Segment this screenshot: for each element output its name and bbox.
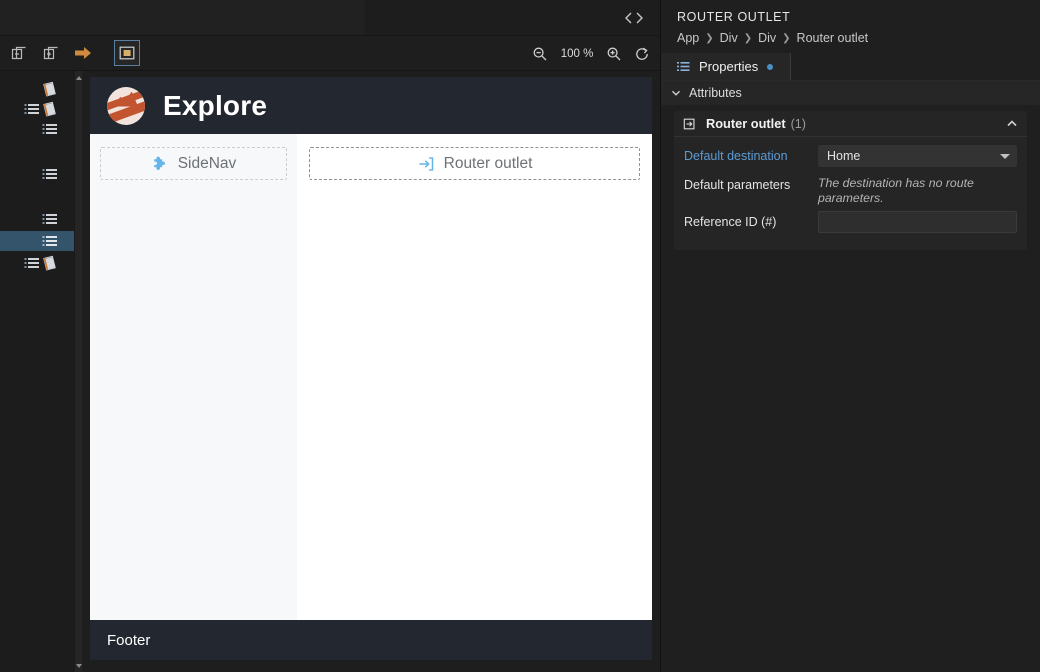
list-lines-icon (677, 60, 690, 73)
attributes-section-label: Attributes (689, 86, 742, 100)
tree-row[interactable] (0, 79, 74, 99)
default-parameters-note: The destination has no route parameters. (818, 176, 974, 206)
top-strip-right-segment (365, 0, 660, 35)
preview-app-footer: Footer (90, 620, 652, 660)
tree-row[interactable] (0, 164, 74, 184)
router-outlet-icon (683, 117, 697, 131)
breadcrumb-separator-icon: ❯ (782, 32, 791, 44)
page-stack-icon (42, 255, 58, 271)
magnifier-minus-icon[interactable] (530, 44, 550, 64)
list-icon (42, 166, 58, 182)
page-stack-icon (42, 101, 58, 117)
list-icon (24, 101, 40, 117)
tree-row[interactable] (0, 253, 74, 273)
tree-row-selected[interactable] (0, 231, 74, 251)
chevron-up-icon[interactable] (1005, 117, 1019, 131)
attributes-section-header[interactable]: Attributes (661, 81, 1040, 105)
router-outlet-placeholder[interactable]: Router outlet (309, 147, 640, 180)
app-preview-canvas[interactable]: Explore SideNav Router outlet Footer (90, 77, 652, 660)
expand-all-icon[interactable] (38, 40, 64, 66)
preview-main-column: Router outlet (297, 134, 652, 620)
editor-toolbar: 100 % (0, 36, 660, 71)
breadcrumb-item-div-2[interactable]: Div (758, 31, 776, 45)
breadcrumb: App ❯ Div ❯ Div ❯ Router outlet (661, 24, 1040, 45)
list-icon (24, 255, 40, 271)
breadcrumb-separator-icon: ❯ (705, 32, 714, 44)
router-outlet-icon (417, 155, 435, 173)
default-parameters-label: Default parameters (684, 178, 791, 192)
footer-label: Footer (107, 631, 151, 649)
list-icon (42, 121, 58, 137)
attribute-row-default-destination: Default destination Home (684, 145, 1017, 170)
attribute-rows: Default destination Home Default paramet… (674, 137, 1027, 250)
attribute-row-reference-id: Reference ID (#) (684, 210, 1017, 236)
top-strip (0, 0, 660, 36)
attribute-row-default-parameters: Default parameters The destination has n… (684, 174, 1017, 207)
zoom-controls: 100 % (530, 36, 652, 71)
magnifier-plus-icon[interactable] (604, 44, 624, 64)
reference-id-input[interactable] (818, 210, 1017, 233)
attribute-card: Router outlet (1) Default destination Ho… (674, 111, 1027, 250)
breadcrumb-separator-icon: ❯ (743, 32, 753, 44)
default-destination-value: Home (827, 149, 861, 163)
tab-changes-dot (767, 63, 774, 70)
next-arrow-icon[interactable] (70, 40, 96, 66)
attribute-card-header[interactable]: Router outlet (1) (674, 111, 1027, 137)
app-root: 100 % Explore SideNav Router outlet Foot… (0, 0, 1040, 672)
preview-app-body: SideNav Router outlet (90, 134, 652, 620)
tree-scrollbar[interactable] (74, 71, 82, 672)
tree-row[interactable] (0, 99, 74, 119)
properties-tabbar: Properties (661, 53, 1040, 81)
page-title: Explore (163, 89, 268, 121)
code-brackets-icon[interactable] (620, 7, 648, 29)
chevron-down-icon (671, 88, 681, 98)
properties-panel-title: ROUTER OUTLET (677, 10, 791, 24)
preview-sidenav-column: SideNav (90, 134, 297, 620)
sidenav-placeholder-label: SideNav (177, 154, 237, 172)
puzzle-piece-icon (151, 155, 169, 173)
router-outlet-placeholder-label: Router outlet (443, 154, 533, 172)
component-tree[interactable] (0, 71, 74, 672)
reference-id-control (818, 210, 1017, 233)
attribute-card-count: (1) (790, 116, 806, 131)
explore-logo-icon (107, 86, 145, 125)
chevron-down-icon (1000, 153, 1010, 159)
default-destination-select[interactable]: Home (818, 145, 1017, 167)
tree-row[interactable] (0, 119, 74, 139)
breadcrumb-item-app[interactable]: App (677, 31, 699, 45)
refresh-icon[interactable] (632, 44, 652, 64)
page-stack-icon (42, 81, 58, 97)
properties-panel: ROUTER OUTLET App ❯ Div ❯ Div ❯ Router o… (660, 0, 1040, 672)
breadcrumb-item-router-outlet[interactable]: Router outlet (797, 31, 869, 45)
default-parameters-control: The destination has no route parameters. (818, 174, 1017, 207)
tab-properties[interactable]: Properties (661, 53, 792, 80)
preview-app-header: Explore (90, 77, 652, 134)
attribute-card-name: Router outlet (706, 116, 786, 131)
top-strip-left-segment (0, 0, 365, 35)
list-icon (42, 211, 58, 227)
canvas-wrapper: Explore SideNav Router outlet Footer (82, 71, 660, 672)
sidenav-placeholder[interactable]: SideNav (100, 147, 287, 180)
breadcrumb-item-div-1[interactable]: Div (720, 31, 738, 45)
reference-id-label: Reference ID (#) (684, 214, 777, 229)
editor-area: 100 % Explore SideNav Router outlet Foot… (0, 0, 660, 672)
zoom-level-label: 100 % (560, 47, 594, 60)
tab-properties-label: Properties (699, 59, 759, 74)
collapse-all-icon[interactable] (6, 40, 32, 66)
default-destination-control: Home (818, 145, 1017, 167)
toggle-panel-icon[interactable] (114, 40, 140, 66)
default-destination-label[interactable]: Default destination (684, 145, 818, 163)
list-icon (42, 233, 58, 249)
editor-body: Explore SideNav Router outlet Footer (0, 71, 660, 672)
tree-row[interactable] (0, 209, 74, 229)
